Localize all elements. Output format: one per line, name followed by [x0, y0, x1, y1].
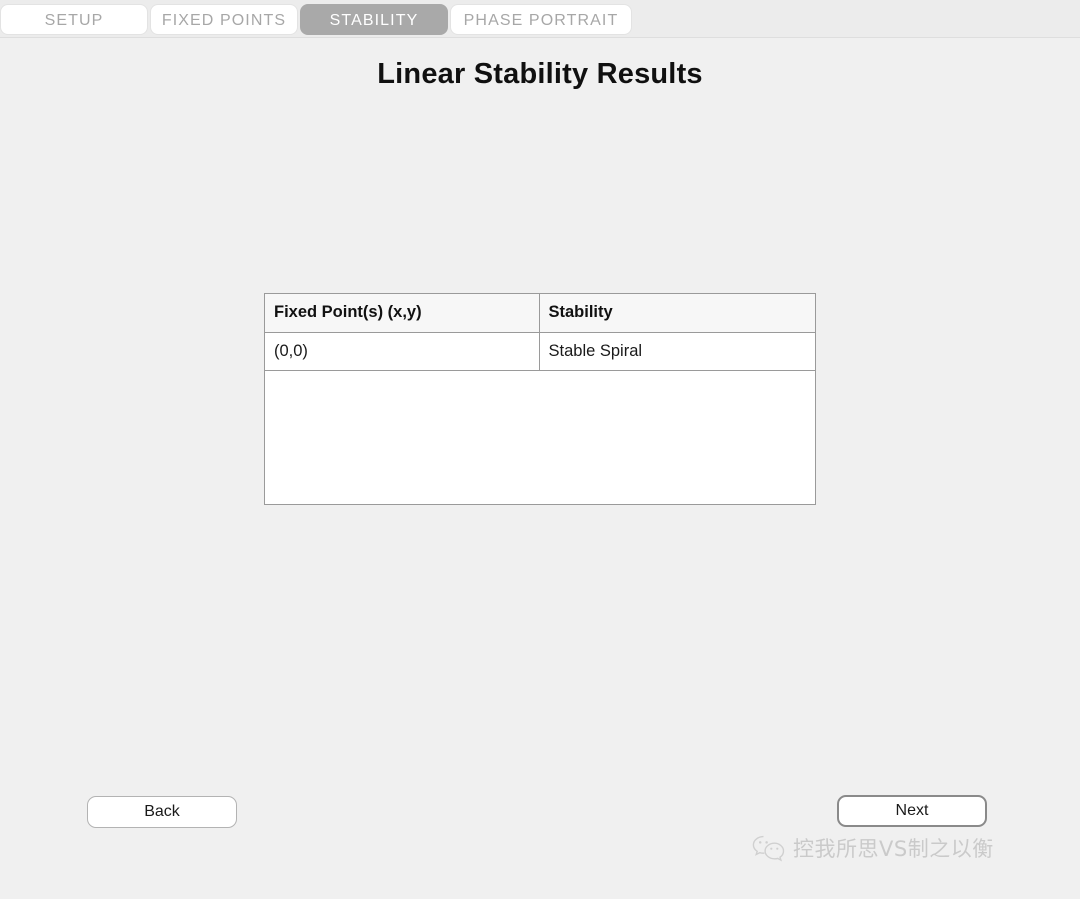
next-button[interactable]: Next [837, 795, 987, 827]
app-window: SETUP FIXED POINTS STABILITY PHASE PORTR… [0, 0, 1080, 899]
page-title: Linear Stability Results [0, 58, 1080, 91]
panel-top-divider [0, 37, 1080, 38]
cell-stability: Stable Spiral [539, 332, 815, 370]
results-table-grid: Fixed Point(s) (x,y) Stability (0,0) Sta… [265, 294, 815, 371]
tab-fixed-points[interactable]: FIXED POINTS [150, 4, 298, 35]
wechat-icon [752, 835, 786, 862]
back-button[interactable]: Back [87, 796, 237, 828]
table-row[interactable]: (0,0) Stable Spiral [265, 332, 815, 370]
tab-bar: SETUP FIXED POINTS STABILITY PHASE PORTR… [0, 0, 1080, 38]
watermark-text: 控我所思VS制之以衡 [793, 833, 994, 863]
column-header-stability: Stability [539, 294, 815, 332]
results-table-head: Fixed Point(s) (x,y) Stability [265, 294, 815, 332]
watermark: 控我所思VS制之以衡 [752, 833, 994, 863]
tab-phase-portrait[interactable]: PHASE PORTRAIT [450, 4, 632, 35]
cell-fixed-point: (0,0) [265, 332, 539, 370]
tab-stability[interactable]: STABILITY [300, 4, 448, 35]
column-header-fixed-point: Fixed Point(s) (x,y) [265, 294, 539, 332]
results-table-body: (0,0) Stable Spiral [265, 332, 815, 370]
table-header-row: Fixed Point(s) (x,y) Stability [265, 294, 815, 332]
tab-strip: SETUP FIXED POINTS STABILITY PHASE PORTR… [0, 4, 632, 36]
tab-setup[interactable]: SETUP [0, 4, 148, 35]
stability-results-table: Fixed Point(s) (x,y) Stability (0,0) Sta… [264, 293, 816, 505]
